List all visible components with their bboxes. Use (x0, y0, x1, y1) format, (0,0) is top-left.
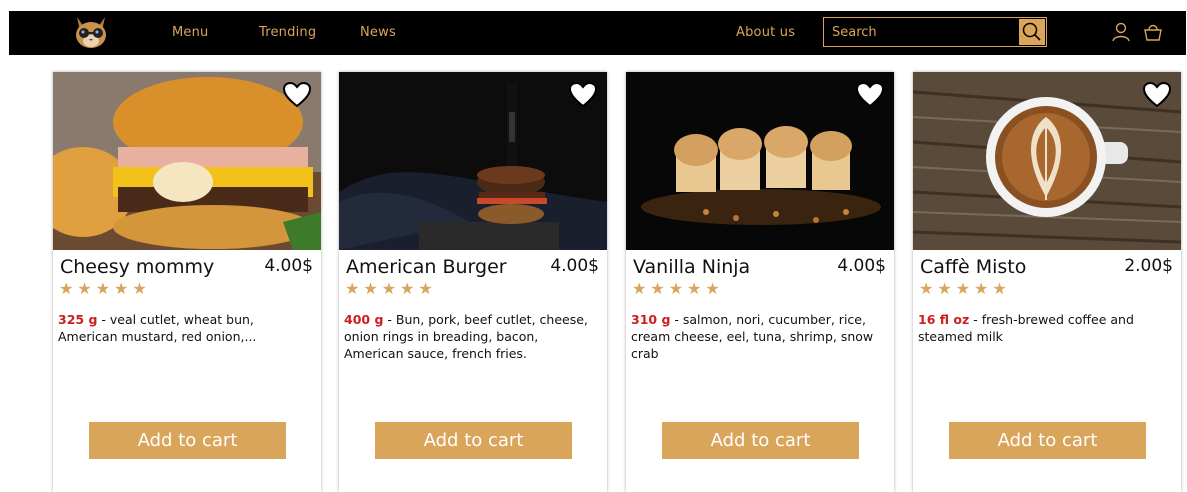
user-icon[interactable] (1110, 21, 1132, 43)
rating-stars[interactable]: ★★★★★ (345, 279, 437, 299)
add-to-cart-button[interactable]: Add to cart (89, 422, 286, 459)
search-icon (1022, 22, 1041, 41)
product-image (339, 72, 607, 250)
nav-about-link[interactable]: About us (736, 25, 795, 40)
heart-icon[interactable] (1142, 81, 1172, 108)
nav-news-link[interactable]: News (360, 25, 396, 40)
search-input[interactable] (832, 22, 1012, 42)
product-price: 4.00$ (550, 256, 599, 276)
product-image (53, 72, 321, 250)
basket-icon[interactable] (1142, 21, 1164, 43)
rating-stars[interactable]: ★★★★★ (632, 279, 724, 299)
cat-logo-icon[interactable] (69, 11, 113, 55)
product-name: American Burger (346, 256, 507, 278)
product-image (913, 72, 1181, 250)
product-name: Cheesy mommy (60, 256, 215, 278)
top-navbar: Menu Trending News About us (9, 11, 1186, 55)
product-weight: 400 g (344, 312, 384, 327)
product-weight: 310 g (631, 312, 671, 327)
product-description: 310 g - salmon, nori, cucumber, rice, cr… (631, 311, 886, 362)
product-weight: 16 fl oz (918, 312, 970, 327)
product-card: American Burger 4.00$ ★★★★★ 400 g - Bun,… (339, 72, 607, 492)
rating-stars[interactable]: ★★★★★ (919, 279, 1011, 299)
search-box (823, 17, 1047, 47)
product-name: Caffè Misto (920, 256, 1027, 278)
heart-icon[interactable] (568, 81, 598, 108)
product-description: 16 fl oz - fresh-brewed coffee and steam… (918, 311, 1173, 345)
rating-stars[interactable]: ★★★★★ (59, 279, 151, 299)
add-to-cart-button[interactable]: Add to cart (949, 422, 1146, 459)
product-weight: 325 g (58, 312, 98, 327)
product-price: 4.00$ (837, 256, 886, 276)
heart-icon[interactable] (855, 81, 885, 108)
nav-trending-link[interactable]: Trending (259, 25, 316, 40)
add-to-cart-button[interactable]: Add to cart (375, 422, 572, 459)
product-price: 2.00$ (1124, 256, 1173, 276)
search-button[interactable] (1019, 19, 1045, 45)
product-card: Vanilla Ninja 4.00$ ★★★★★ 310 g - salmon… (626, 72, 894, 492)
add-to-cart-button[interactable]: Add to cart (662, 422, 859, 459)
product-description: 325 g - veal cutlet, wheat bun, American… (58, 311, 313, 345)
product-image (626, 72, 894, 250)
product-name: Vanilla Ninja (633, 256, 751, 278)
product-card: Cheesy mommy 4.00$ ★★★★★ 325 g - veal cu… (53, 72, 321, 492)
product-description: 400 g - Bun, pork, beef cutlet, cheese, … (344, 311, 599, 362)
product-card: Caffè Misto 2.00$ ★★★★★ 16 fl oz - fresh… (913, 72, 1181, 492)
product-price: 4.00$ (264, 256, 313, 276)
heart-icon[interactable] (282, 81, 312, 108)
nav-menu-link[interactable]: Menu (172, 25, 209, 40)
